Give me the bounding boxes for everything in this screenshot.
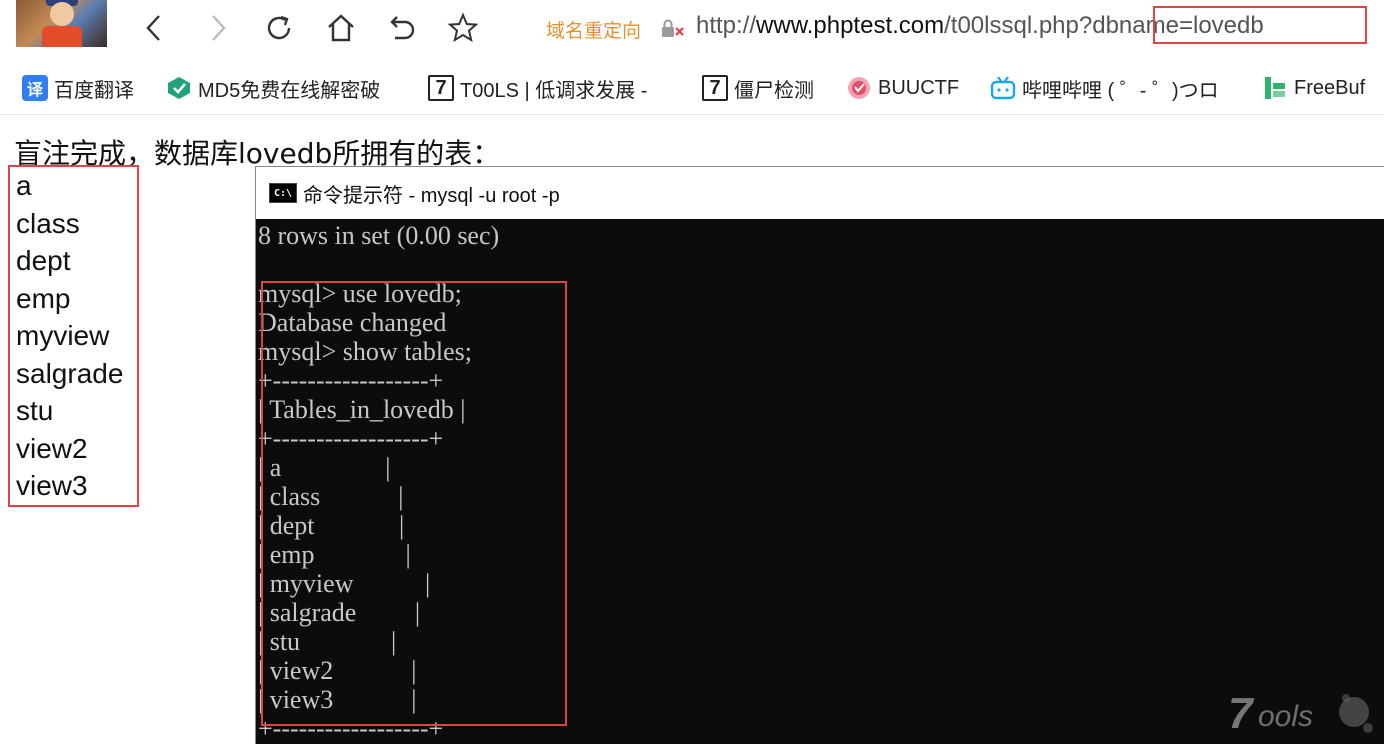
bookmark-label: 百度翻译 bbox=[54, 79, 134, 102]
back-button[interactable] bbox=[136, 8, 174, 48]
cmd-icon: C:\ bbox=[269, 183, 297, 203]
bookmark-bilibili[interactable]: 哔哩哔哩 ( ゜- ゜)つロ bbox=[990, 74, 1219, 102]
undo-icon bbox=[390, 16, 415, 40]
t00ls-icon: 7 bbox=[702, 75, 728, 101]
bookmarks-bar: 译 百度翻译 MD5免费在线解密破 7 T00LS | 低调求发展 - 7 僵尸… bbox=[0, 60, 1384, 115]
freebuf-icon bbox=[1262, 75, 1288, 101]
list-item: dept bbox=[16, 245, 71, 276]
undo-button[interactable] bbox=[382, 8, 420, 48]
insecure-lock-icon[interactable] bbox=[660, 18, 686, 40]
list-item: class bbox=[16, 207, 80, 239]
list-item: stu bbox=[16, 395, 54, 426]
t00ls-icon: 7 bbox=[428, 75, 454, 101]
bookmark-t00ls[interactable]: 7 T00LS | 低调求发展 - bbox=[428, 74, 647, 102]
chevron-left-icon bbox=[146, 15, 160, 41]
bookmark-label: FreeBuf bbox=[1294, 76, 1366, 99]
bookmark-label: 僵尸检测 bbox=[734, 79, 814, 102]
console-line: 8 rows in set (0.00 sec) bbox=[258, 221, 500, 250]
list-item: a bbox=[16, 170, 32, 201]
table-list: a class dept emp myview salgrade stu vie… bbox=[10, 167, 137, 505]
translate-icon: 译 bbox=[22, 75, 48, 101]
reload-button[interactable] bbox=[260, 8, 298, 48]
table-list-highlight-box: a class dept emp myview salgrade stu vie… bbox=[8, 165, 139, 507]
list-item: emp bbox=[16, 282, 71, 314]
reload-icon bbox=[267, 15, 291, 40]
bookmark-label: MD5免费在线解密破 bbox=[198, 79, 381, 102]
browser-toolbar: 域名重定向 http://www.phptest.com/t00lssql.ph… bbox=[0, 0, 1384, 60]
cmd-title-bar[interactable]: C:\ 命令提示符 - mysql -u root -p bbox=[256, 167, 1384, 219]
domain-redirect-label[interactable]: 域名重定向 bbox=[546, 16, 641, 43]
url-host: www.phptest.com bbox=[756, 12, 945, 39]
bookmark-buuctf[interactable]: BUUCTF bbox=[846, 74, 959, 102]
forward-button[interactable] bbox=[198, 8, 236, 48]
bilibili-icon bbox=[990, 75, 1016, 101]
t00ls-watermark-logo: 7 ools bbox=[1228, 689, 1373, 738]
md5-icon bbox=[166, 75, 192, 101]
console-highlight-box bbox=[261, 281, 567, 726]
chevron-right-icon bbox=[212, 15, 226, 41]
star-icon bbox=[447, 12, 479, 43]
user-avatar[interactable] bbox=[16, 0, 107, 47]
url-query-highlight-box bbox=[1153, 6, 1367, 44]
bookmark-md5[interactable]: MD5免费在线解密破 bbox=[166, 74, 380, 102]
list-item: view3 bbox=[16, 470, 88, 501]
cmd-title: 命令提示符 - mysql -u root -p bbox=[303, 184, 560, 207]
bookmark-star-button[interactable] bbox=[444, 8, 482, 48]
bookmark-zombie-check[interactable]: 7 僵尸检测 bbox=[702, 74, 814, 102]
list-item: salgrade bbox=[16, 357, 124, 389]
home-button[interactable] bbox=[322, 8, 360, 48]
bookmark-freebuf[interactable]: FreeBuf bbox=[1262, 74, 1365, 102]
svg-text:7: 7 bbox=[1228, 689, 1255, 738]
bookmark-label: 哔哩哔哩 ( ゜- ゜)つロ bbox=[1022, 79, 1219, 102]
bookmark-label: BUUCTF bbox=[878, 76, 960, 99]
buuctf-icon bbox=[846, 75, 872, 101]
url-scheme: http:// bbox=[696, 12, 757, 39]
list-item: view2 bbox=[16, 432, 88, 464]
bookmark-label: T00LS | 低调求发展 - bbox=[460, 79, 648, 102]
bookmark-baidu-translate[interactable]: 译 百度翻译 bbox=[22, 74, 134, 102]
url-path: /t00lssql.php? bbox=[944, 12, 1093, 39]
list-item: myview bbox=[16, 320, 110, 351]
svg-text:ools: ools bbox=[1258, 700, 1313, 733]
home-icon bbox=[328, 14, 354, 42]
